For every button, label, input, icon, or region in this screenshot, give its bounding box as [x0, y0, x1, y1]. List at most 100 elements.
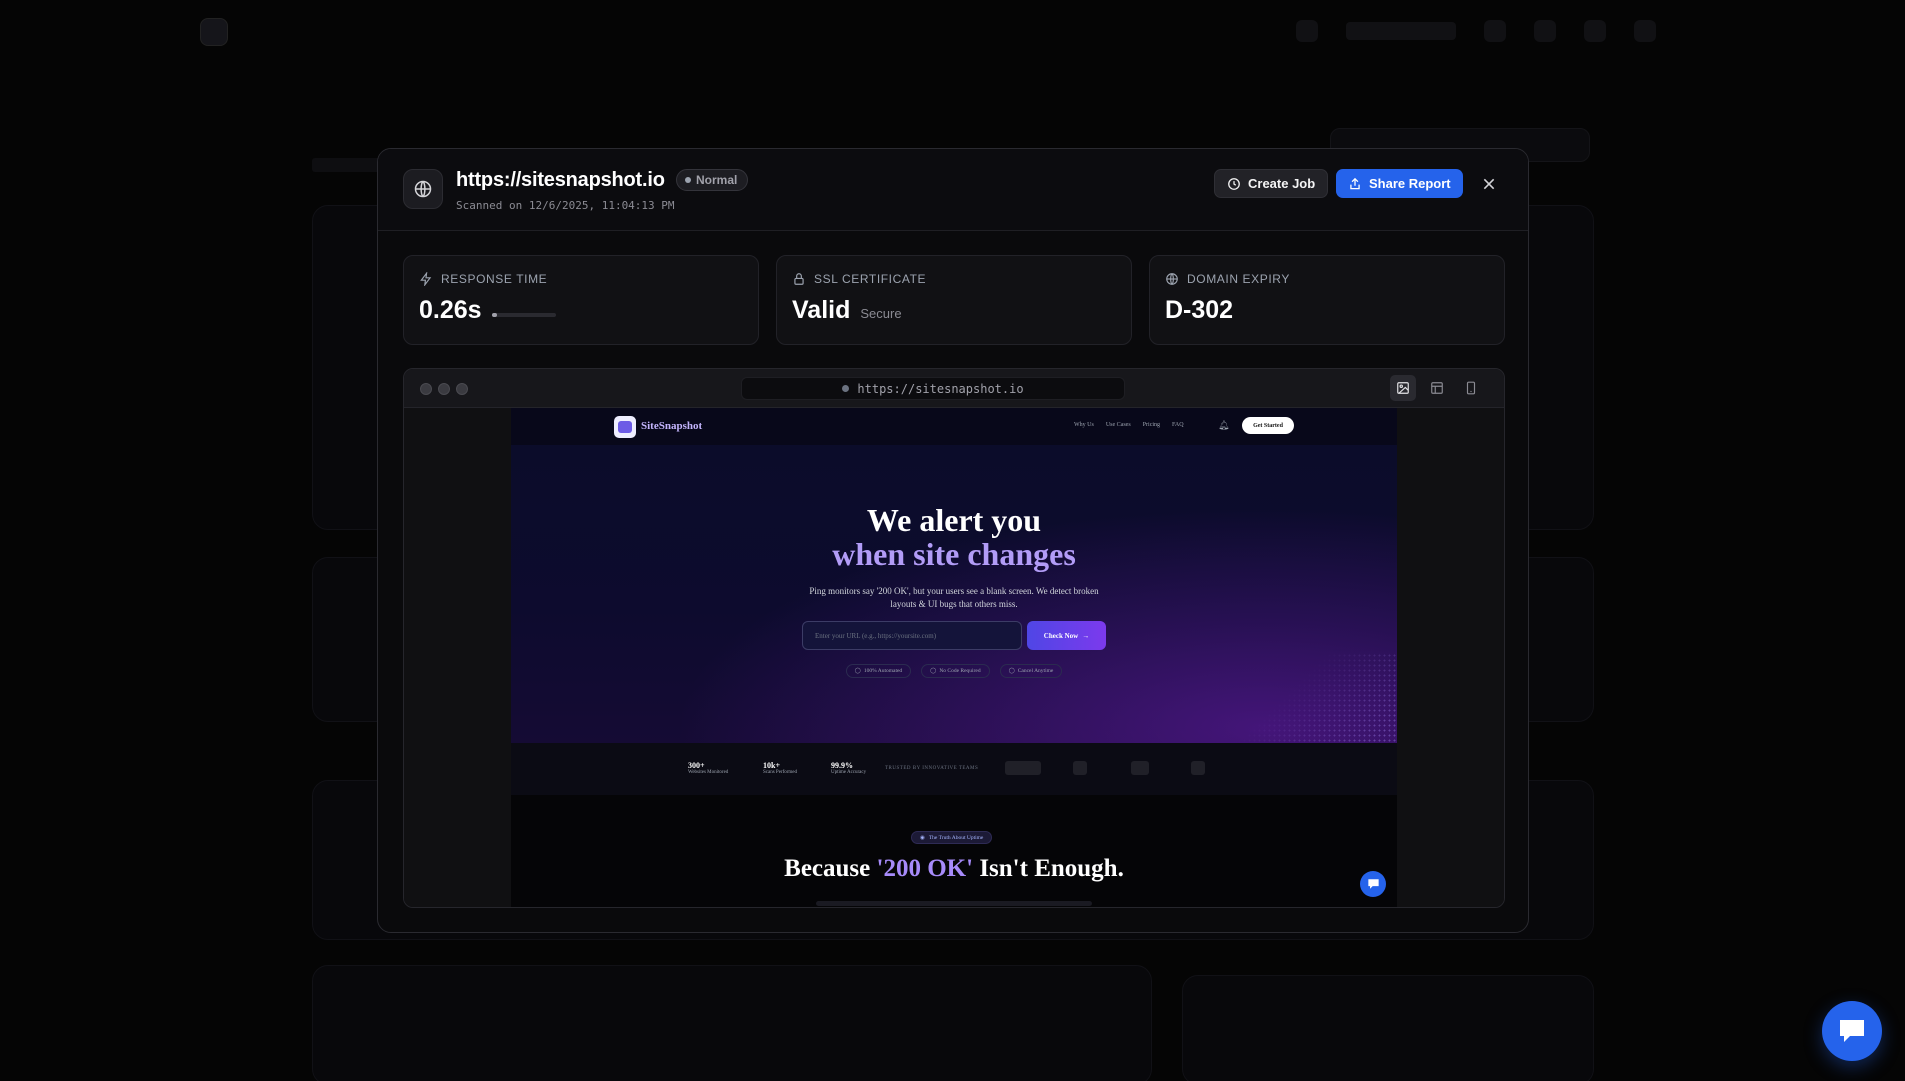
chat-icon	[1840, 1020, 1864, 1042]
partner-logo	[1191, 761, 1205, 775]
domain-expiry-value-row: D-302	[1165, 296, 1233, 325]
site-snapshot-image: SiteSnapshot Why Us Use Cases Pricing FA…	[511, 408, 1397, 907]
view-mode-switcher	[1390, 375, 1484, 401]
mobile-view-button[interactable]	[1458, 375, 1484, 401]
snapshot-stat-value: 10k+	[763, 761, 781, 770]
create-job-label: Create Job	[1248, 176, 1316, 191]
ssl-label: SSL CERTIFICATE	[814, 272, 927, 286]
browser-viewport: SiteSnapshot Why Us Use Cases Pricing FA…	[404, 408, 1504, 907]
chat-icon	[1367, 879, 1379, 889]
snapshot-stat-label: Uptime Accuracy	[831, 770, 867, 775]
snapshot-stat-label: Scans Performed	[763, 770, 798, 775]
globe-icon	[403, 169, 443, 209]
window-dot	[438, 383, 450, 395]
address-bar: https://sitesnapshot.io	[741, 377, 1125, 400]
snapshot-paragraph: Ping monitors say '200 OK', but your use…	[809, 586, 1099, 609]
background-nav-icon	[1296, 20, 1318, 42]
snapshot-section-title-pre: Because	[784, 855, 877, 882]
response-time-card: RESPONSE TIME 0.26s	[403, 255, 759, 345]
snapshot-headline-2: when site changes	[832, 536, 1076, 572]
snapshot-pill-label: No Code Required	[939, 668, 981, 674]
ssl-certificate-card: SSL CERTIFICATE Valid Secure	[776, 255, 1132, 345]
close-button[interactable]	[1476, 171, 1502, 197]
domain-expiry-card: DOMAIN EXPIRY D-302	[1149, 255, 1505, 345]
ssl-value: Valid	[792, 296, 851, 324]
status-badge: Normal	[676, 169, 749, 191]
domain-expiry-label-row: DOMAIN EXPIRY	[1165, 272, 1290, 286]
snapshot-stat: 99.9% Uptime Accuracy	[831, 761, 866, 775]
snapshot-nav-link: Pricing	[1142, 422, 1161, 428]
window-dot	[420, 383, 432, 395]
background-nav-icons	[1296, 20, 1656, 42]
close-icon	[1483, 178, 1495, 190]
support-chat-button[interactable]	[1822, 1001, 1882, 1061]
snapshot-faded-text	[816, 901, 1092, 906]
scanned-timestamp: Scanned on 12/6/2025, 11:04:13 PM	[456, 199, 675, 212]
background-card	[312, 965, 1152, 1081]
browser-toolbar: https://sitesnapshot.io	[404, 369, 1504, 408]
window-dot	[456, 383, 468, 395]
snapshot-logo-icon	[614, 416, 636, 438]
check-circle-icon: ◯	[854, 668, 861, 674]
modal-header: https://sitesnapshot.io Normal Scanned o…	[378, 149, 1528, 231]
snapshot-cta: Get Started	[1242, 417, 1294, 434]
domain-expiry-value: D-302	[1165, 296, 1234, 324]
image-view-button[interactable]	[1390, 375, 1416, 401]
partner-logo	[1005, 761, 1041, 775]
create-job-button[interactable]: Create Job	[1214, 169, 1329, 198]
snapshot-section-title: Because '200 OK' Isn't Enough.	[511, 855, 1397, 883]
arrow-right-icon: →	[1082, 631, 1090, 640]
snapshot-url-input: Enter your URL (e.g., https://yoursite.c…	[802, 621, 1022, 650]
scan-report-modal: https://sitesnapshot.io Normal Scanned o…	[377, 148, 1529, 933]
snapshot-nav-links: Why Us Use Cases Pricing FAQ	[1074, 422, 1184, 428]
layout-view-button[interactable]	[1424, 375, 1450, 401]
partner-logo	[1131, 761, 1149, 775]
snapshot-stat: 10k+ Scans Performed	[763, 761, 797, 775]
snapshot-stat-value: 300+	[688, 761, 705, 770]
address-dot	[842, 385, 850, 392]
snapshot-brand: SiteSnapshot	[641, 420, 703, 432]
check-circle-icon: ◯	[1008, 668, 1015, 674]
background-nav-icon	[1584, 20, 1606, 42]
check-circle-icon: ◯	[930, 668, 937, 674]
snapshot-trusted-label: TRUSTED BY INNOVATIVE TEAMS	[885, 766, 979, 771]
snapshot-stat-label: Websites Monitored	[688, 770, 729, 775]
snapshot-section-title-post: Isn't Enough.	[973, 855, 1124, 882]
snapshot-pill-label: Cancel Anytime	[1017, 668, 1054, 674]
snapshot-section-tag: ◉ The Truth About Uptime	[911, 831, 993, 844]
status-badge-label: Normal	[696, 173, 738, 187]
share-report-label: Share Report	[1369, 176, 1451, 191]
response-time-label-row: RESPONSE TIME	[419, 272, 547, 286]
response-time-bar-fill	[491, 312, 497, 317]
snapshot-pill: ◯ No Code Required	[921, 664, 990, 678]
eye-icon: ◉	[920, 834, 925, 841]
snapshot-nav: SiteSnapshot Why Us Use Cases Pricing FA…	[511, 408, 1397, 445]
snapshot-nav-link: Why Us	[1074, 422, 1094, 428]
background-nav-icon	[1484, 20, 1506, 42]
zap-icon	[420, 272, 432, 286]
snapshot-feature-pills: ◯ 100% Automated ◯ No Code Required ◯ Cance…	[511, 664, 1397, 678]
snapshot-stats-strip: 300+ Websites Monitored 10k+ Scans Perfo…	[511, 743, 1397, 795]
browser-preview: https://sitesnapshot.io SiteSnapshot Why…	[403, 368, 1505, 908]
mobile-view-icon	[1466, 381, 1476, 395]
response-time-bar	[491, 312, 556, 317]
globe-icon	[1166, 273, 1178, 285]
snapshot-nav-link: FAQ	[1172, 422, 1184, 428]
snapshot-hero: We alert you when site changes Ping moni…	[511, 445, 1397, 743]
layout-view-icon	[1431, 382, 1443, 394]
lock-icon	[794, 273, 804, 285]
snapshot-stat-value: 99.9%	[831, 761, 853, 770]
background-nav-icon	[1634, 20, 1656, 42]
image-view-icon	[1397, 382, 1409, 394]
snapshot-check-label: Check Now	[1043, 631, 1079, 640]
background-nav-pill	[1346, 22, 1456, 40]
response-time-value: 0.26s	[419, 296, 482, 324]
clock-icon	[1228, 177, 1240, 190]
background-card	[1182, 975, 1594, 1081]
window-controls	[420, 383, 468, 395]
share-icon	[1350, 177, 1360, 189]
site-url-title: https://sitesnapshot.io	[456, 169, 665, 191]
snapshot-pill: ◯ 100% Automated	[845, 664, 912, 678]
share-report-button[interactable]: Share Report	[1336, 169, 1463, 198]
partner-logo	[1073, 761, 1087, 775]
